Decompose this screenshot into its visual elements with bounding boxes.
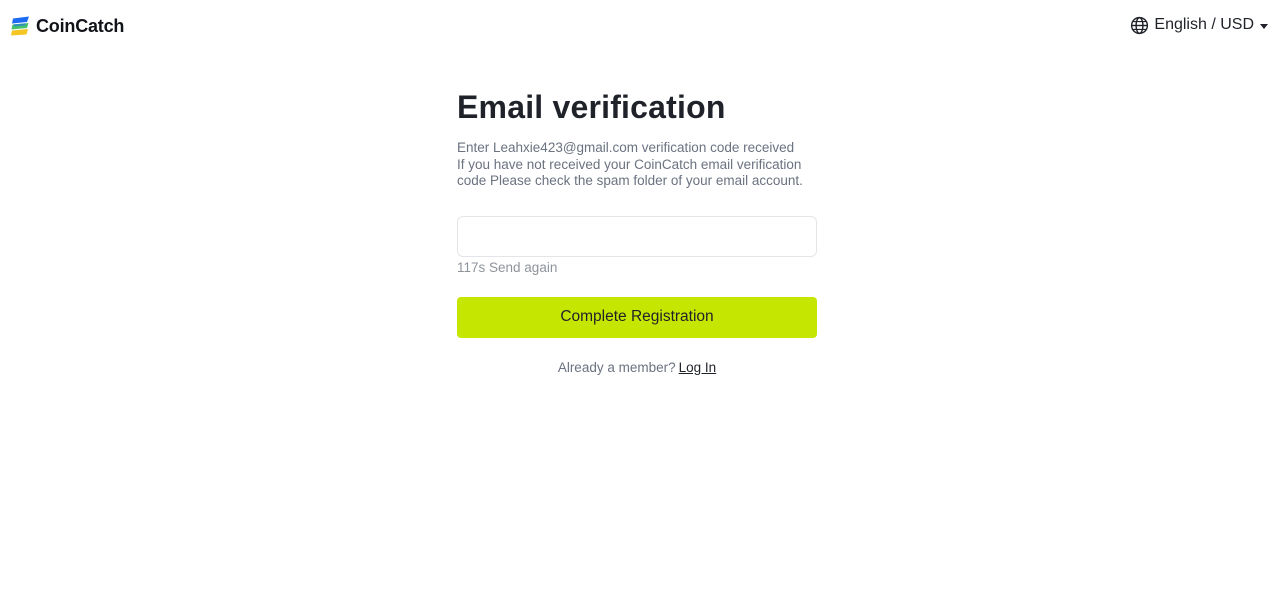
coincatch-logo-icon [11, 16, 29, 36]
coincatch-logo[interactable]: CoinCatch [10, 14, 124, 38]
description-line: Enter Leahxie423@gmail.com verification … [457, 140, 795, 155]
verification-code-input[interactable] [457, 215, 817, 257]
login-prompt: Already a member? Log In [457, 360, 817, 375]
logo-text: CoinCatch [36, 15, 125, 36]
description-line: If you have not received your CoinCatch … [457, 156, 802, 172]
complete-registration-button[interactable]: Complete Registration [457, 296, 817, 338]
language-currency-label: English / USD [1154, 16, 1254, 33]
description-line: code Please check the spam folder of you… [457, 173, 803, 188]
page-title: Email verification [457, 89, 726, 125]
caret-down-icon [1260, 23, 1268, 29]
verification-description: Enter Leahxie423@gmail.com verification … [457, 140, 817, 190]
member-prompt-text: Already a member? [557, 359, 676, 375]
page: CoinCatch English / USD Email verificati… [0, 0, 1280, 595]
globe-icon [1130, 16, 1149, 35]
email-verification-form: Email verification Enter Leahxie423@gmai… [457, 86, 817, 375]
login-link[interactable]: Log In [679, 360, 717, 375]
language-currency-selector[interactable]: English / USD [1130, 14, 1268, 36]
resend-code-link[interactable]: 117s Send again [457, 259, 817, 276]
